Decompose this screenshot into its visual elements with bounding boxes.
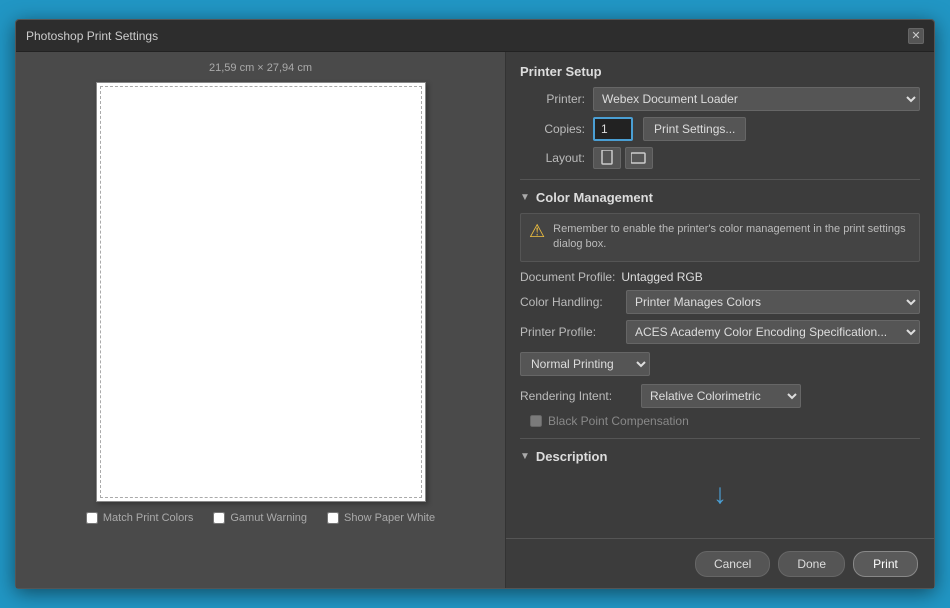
show-paper-white-checkbox[interactable] bbox=[327, 512, 339, 524]
gamut-warning-label: Gamut Warning bbox=[230, 512, 307, 524]
right-panel: Printer Setup Printer: Webex Document Lo… bbox=[506, 52, 934, 588]
printer-profile-row: Printer Profile: ACES Academy Color Enco… bbox=[520, 320, 920, 344]
rendering-intent-select[interactable]: Perceptual Saturation Relative Colorimet… bbox=[641, 384, 801, 408]
layout-landscape-button[interactable] bbox=[625, 147, 653, 169]
dialog-body: 21,59 cm × 27,94 cm Match Print Colors G… bbox=[16, 52, 934, 588]
cancel-button[interactable]: Cancel bbox=[695, 551, 770, 577]
warning-text: Remember to enable the printer's color m… bbox=[553, 222, 911, 253]
printer-setup-title: Printer Setup bbox=[520, 64, 920, 79]
page-border bbox=[100, 86, 422, 498]
match-print-colors-item[interactable]: Match Print Colors bbox=[86, 512, 193, 524]
warning-box: ⚠ Remember to enable the printer's color… bbox=[520, 213, 920, 262]
warning-icon: ⚠ bbox=[529, 222, 545, 240]
color-handling-row: Color Handling: Printer Manages Colors P… bbox=[520, 290, 920, 314]
color-management-title: Color Management bbox=[536, 190, 653, 205]
show-paper-white-label: Show Paper White bbox=[344, 512, 435, 524]
normal-printing-row: Normal Printing Hard Proofing bbox=[520, 352, 920, 376]
color-handling-label: Color Handling: bbox=[520, 295, 620, 309]
description-header: ▼ Description bbox=[520, 449, 920, 464]
photoshop-print-dialog: Photoshop Print Settings ✕ 21,59 cm × 27… bbox=[15, 19, 935, 589]
gamut-warning-checkbox[interactable] bbox=[213, 512, 225, 524]
match-print-colors-label: Match Print Colors bbox=[103, 512, 193, 524]
rendering-intent-label: Rendering Intent: bbox=[520, 389, 635, 403]
doc-profile-label: Document Profile: bbox=[520, 270, 615, 284]
dialog-title: Photoshop Print Settings bbox=[26, 29, 158, 43]
description-title: Description bbox=[536, 449, 608, 464]
layout-portrait-button[interactable] bbox=[593, 147, 621, 169]
bpc-label: Black Point Compensation bbox=[548, 414, 689, 428]
desc-down-arrow-icon: ↓ bbox=[713, 478, 727, 510]
copies-row: Copies: Print Settings... bbox=[520, 117, 920, 141]
print-settings-button[interactable]: Print Settings... bbox=[643, 117, 746, 141]
printer-row: Printer: Webex Document Loader bbox=[520, 87, 920, 111]
desc-arrow-container: ↓ bbox=[520, 468, 920, 520]
printer-label: Printer: bbox=[520, 92, 585, 106]
doc-profile-row: Document Profile: Untagged RGB bbox=[520, 270, 920, 284]
collapse-arrow-icon[interactable]: ▼ bbox=[520, 192, 530, 203]
layout-row: Layout: bbox=[520, 147, 920, 169]
print-button[interactable]: Print bbox=[853, 551, 918, 577]
done-button[interactable]: Done bbox=[778, 551, 845, 577]
section-divider-1 bbox=[520, 179, 920, 180]
desc-collapse-arrow-icon[interactable]: ▼ bbox=[520, 451, 530, 462]
paper-size-label: 21,59 cm × 27,94 cm bbox=[209, 62, 312, 74]
bottom-checkboxes: Match Print Colors Gamut Warning Show Pa… bbox=[86, 512, 435, 524]
page-preview bbox=[96, 82, 426, 502]
close-button[interactable]: ✕ bbox=[908, 28, 924, 44]
right-scrollable[interactable]: Printer Setup Printer: Webex Document Lo… bbox=[506, 52, 934, 538]
normal-printing-select[interactable]: Normal Printing Hard Proofing bbox=[520, 352, 650, 376]
printer-profile-label: Printer Profile: bbox=[520, 325, 620, 339]
color-handling-select[interactable]: Printer Manages Colors Photoshop Manages… bbox=[626, 290, 920, 314]
layout-label: Layout: bbox=[520, 151, 585, 165]
match-print-colors-checkbox[interactable] bbox=[86, 512, 98, 524]
dialog-footer: Cancel Done Print bbox=[506, 538, 934, 588]
section-divider-2 bbox=[520, 438, 920, 439]
show-paper-white-item[interactable]: Show Paper White bbox=[327, 512, 435, 524]
bpc-checkbox bbox=[530, 415, 542, 427]
copies-label: Copies: bbox=[520, 122, 585, 136]
doc-profile-value: Untagged RGB bbox=[621, 270, 702, 284]
printer-profile-select[interactable]: ACES Academy Color Encoding Specificatio… bbox=[626, 320, 920, 344]
title-bar: Photoshop Print Settings ✕ bbox=[16, 20, 934, 52]
copies-input[interactable] bbox=[593, 117, 633, 141]
gamut-warning-item[interactable]: Gamut Warning bbox=[213, 512, 307, 524]
printer-select[interactable]: Webex Document Loader bbox=[593, 87, 920, 111]
rendering-intent-row: Rendering Intent: Perceptual Saturation … bbox=[520, 384, 920, 408]
bpc-row: Black Point Compensation bbox=[530, 414, 920, 428]
color-management-header: ▼ Color Management bbox=[520, 190, 920, 205]
left-panel: 21,59 cm × 27,94 cm Match Print Colors G… bbox=[16, 52, 506, 588]
